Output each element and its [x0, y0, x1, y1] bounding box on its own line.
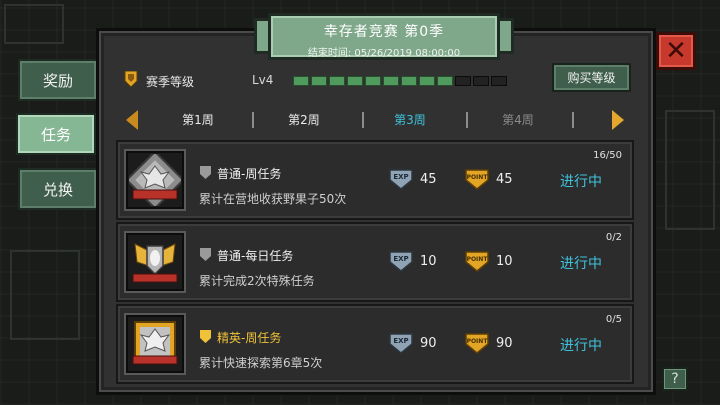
background-deco	[10, 250, 80, 340]
task-status: 进行中	[560, 256, 602, 272]
page-title: 幸存者竞赛 第0季	[323, 24, 445, 40]
exp-icon: EXP	[389, 333, 413, 354]
svg-text:POINT: POINT	[467, 174, 489, 181]
title-banner: 幸存者竞赛 第0季 结束时间: 05/26/2019 08:00:00	[268, 13, 500, 60]
progress-segment	[473, 76, 489, 86]
svg-text:POINT: POINT	[467, 256, 489, 263]
gold-winged-shield-badge-icon	[132, 243, 178, 283]
task-badge	[124, 231, 186, 293]
point-value: 90	[496, 336, 513, 351]
tab-week-2[interactable]: 第2周	[264, 111, 344, 128]
shield-icon	[200, 248, 211, 261]
exp-icon: EXP	[389, 169, 413, 190]
task-progress: 16/50	[593, 150, 622, 161]
svg-text:POINT: POINT	[467, 338, 489, 345]
elite-shield-icon	[200, 330, 211, 343]
point-icon: POINT	[465, 333, 489, 354]
progress-segment	[347, 76, 363, 86]
tab-divider	[362, 112, 364, 128]
gold-eagle-badge-icon	[132, 321, 178, 365]
exp-value: 10	[420, 254, 437, 269]
silver-eagle-badge-icon	[129, 154, 181, 206]
task-badge	[124, 313, 186, 375]
sidebar-item-label: 兑换	[42, 180, 73, 199]
background-deco	[4, 4, 64, 44]
svg-text:EXP: EXP	[393, 173, 408, 181]
task-progress: 0/5	[605, 314, 622, 325]
point-icon: POINT	[465, 251, 489, 272]
next-week-arrow-icon[interactable]	[612, 110, 624, 130]
task-type: 普通-周任务	[217, 167, 282, 181]
sidebar-item-exchange[interactable]: 兑换	[18, 168, 98, 210]
progress-segment	[401, 76, 417, 86]
exp-value: 45	[420, 172, 437, 187]
progress-segment	[365, 76, 381, 86]
sidebar-item-tasks[interactable]: 任务	[16, 113, 96, 155]
task-badge	[124, 149, 186, 211]
progress-segment	[329, 76, 345, 86]
svg-text:EXP: EXP	[393, 255, 408, 263]
week-tabs: 第1周 第2周 第3周 第4周	[114, 104, 638, 136]
tab-divider	[252, 112, 254, 128]
help-icon: ?	[671, 371, 679, 387]
task-status: 进行中	[560, 338, 602, 354]
help-button[interactable]: ?	[662, 367, 688, 391]
buy-level-button[interactable]: 购买等级	[552, 63, 631, 92]
task-status: 进行中	[560, 174, 602, 190]
background-deco	[665, 110, 715, 230]
task-card[interactable]: 普通-周任务 累计在营地收获野果子50次 EXP 45 POINT 45 进行中…	[116, 140, 634, 220]
tab-week-1[interactable]: 第1周	[158, 111, 238, 128]
exp-value: 90	[420, 336, 437, 351]
season-level-label: 赛季等级	[146, 75, 195, 89]
point-icon: POINT	[465, 169, 489, 190]
task-type: 普通-每日任务	[217, 249, 294, 263]
tab-week-4[interactable]: 第4周	[478, 111, 558, 128]
tab-week-3[interactable]: 第3周	[370, 111, 450, 128]
close-icon: ✕	[665, 36, 687, 66]
progress-segment	[311, 76, 327, 86]
task-card[interactable]: 精英-周任务 累计快速探索第6章5次 EXP 90 POINT 90 进行中 0…	[116, 304, 634, 384]
tab-divider	[466, 112, 468, 128]
task-card[interactable]: 普通-每日任务 累计完成2次特殊任务 EXP 10 POINT 10 进行中 0…	[116, 222, 634, 302]
point-value: 45	[496, 172, 513, 187]
task-description: 累计完成2次特殊任务	[199, 274, 315, 288]
progress-segment	[455, 76, 471, 86]
buy-level-label: 购买等级	[567, 71, 616, 85]
task-type: 精英-周任务	[217, 331, 282, 345]
task-description: 累计快速探索第6章5次	[199, 356, 323, 370]
end-time: 结束时间: 05/26/2019 08:00:00	[307, 48, 461, 59]
progress-segment	[293, 76, 309, 86]
sidebar-item-rewards[interactable]: 奖励	[18, 59, 98, 101]
sidebar-item-label: 任务	[40, 125, 71, 144]
point-value: 10	[496, 254, 513, 269]
season-level-value: Lv4	[252, 73, 274, 87]
progress-segment	[491, 76, 507, 86]
tab-divider	[572, 112, 574, 128]
task-progress: 0/2	[605, 232, 622, 243]
shield-icon	[200, 166, 211, 179]
progress-segment	[419, 76, 435, 86]
progress-segment	[383, 76, 399, 86]
medal-icon	[124, 71, 138, 87]
sidebar-item-label: 奖励	[42, 71, 73, 90]
exp-icon: EXP	[389, 251, 413, 272]
progress-segment	[437, 76, 453, 86]
season-progress-bar	[293, 76, 507, 86]
svg-text:EXP: EXP	[393, 337, 408, 345]
task-description: 累计在营地收获野果子50次	[199, 192, 347, 206]
prev-week-arrow-icon[interactable]	[126, 110, 138, 130]
close-button[interactable]: ✕	[656, 32, 696, 70]
